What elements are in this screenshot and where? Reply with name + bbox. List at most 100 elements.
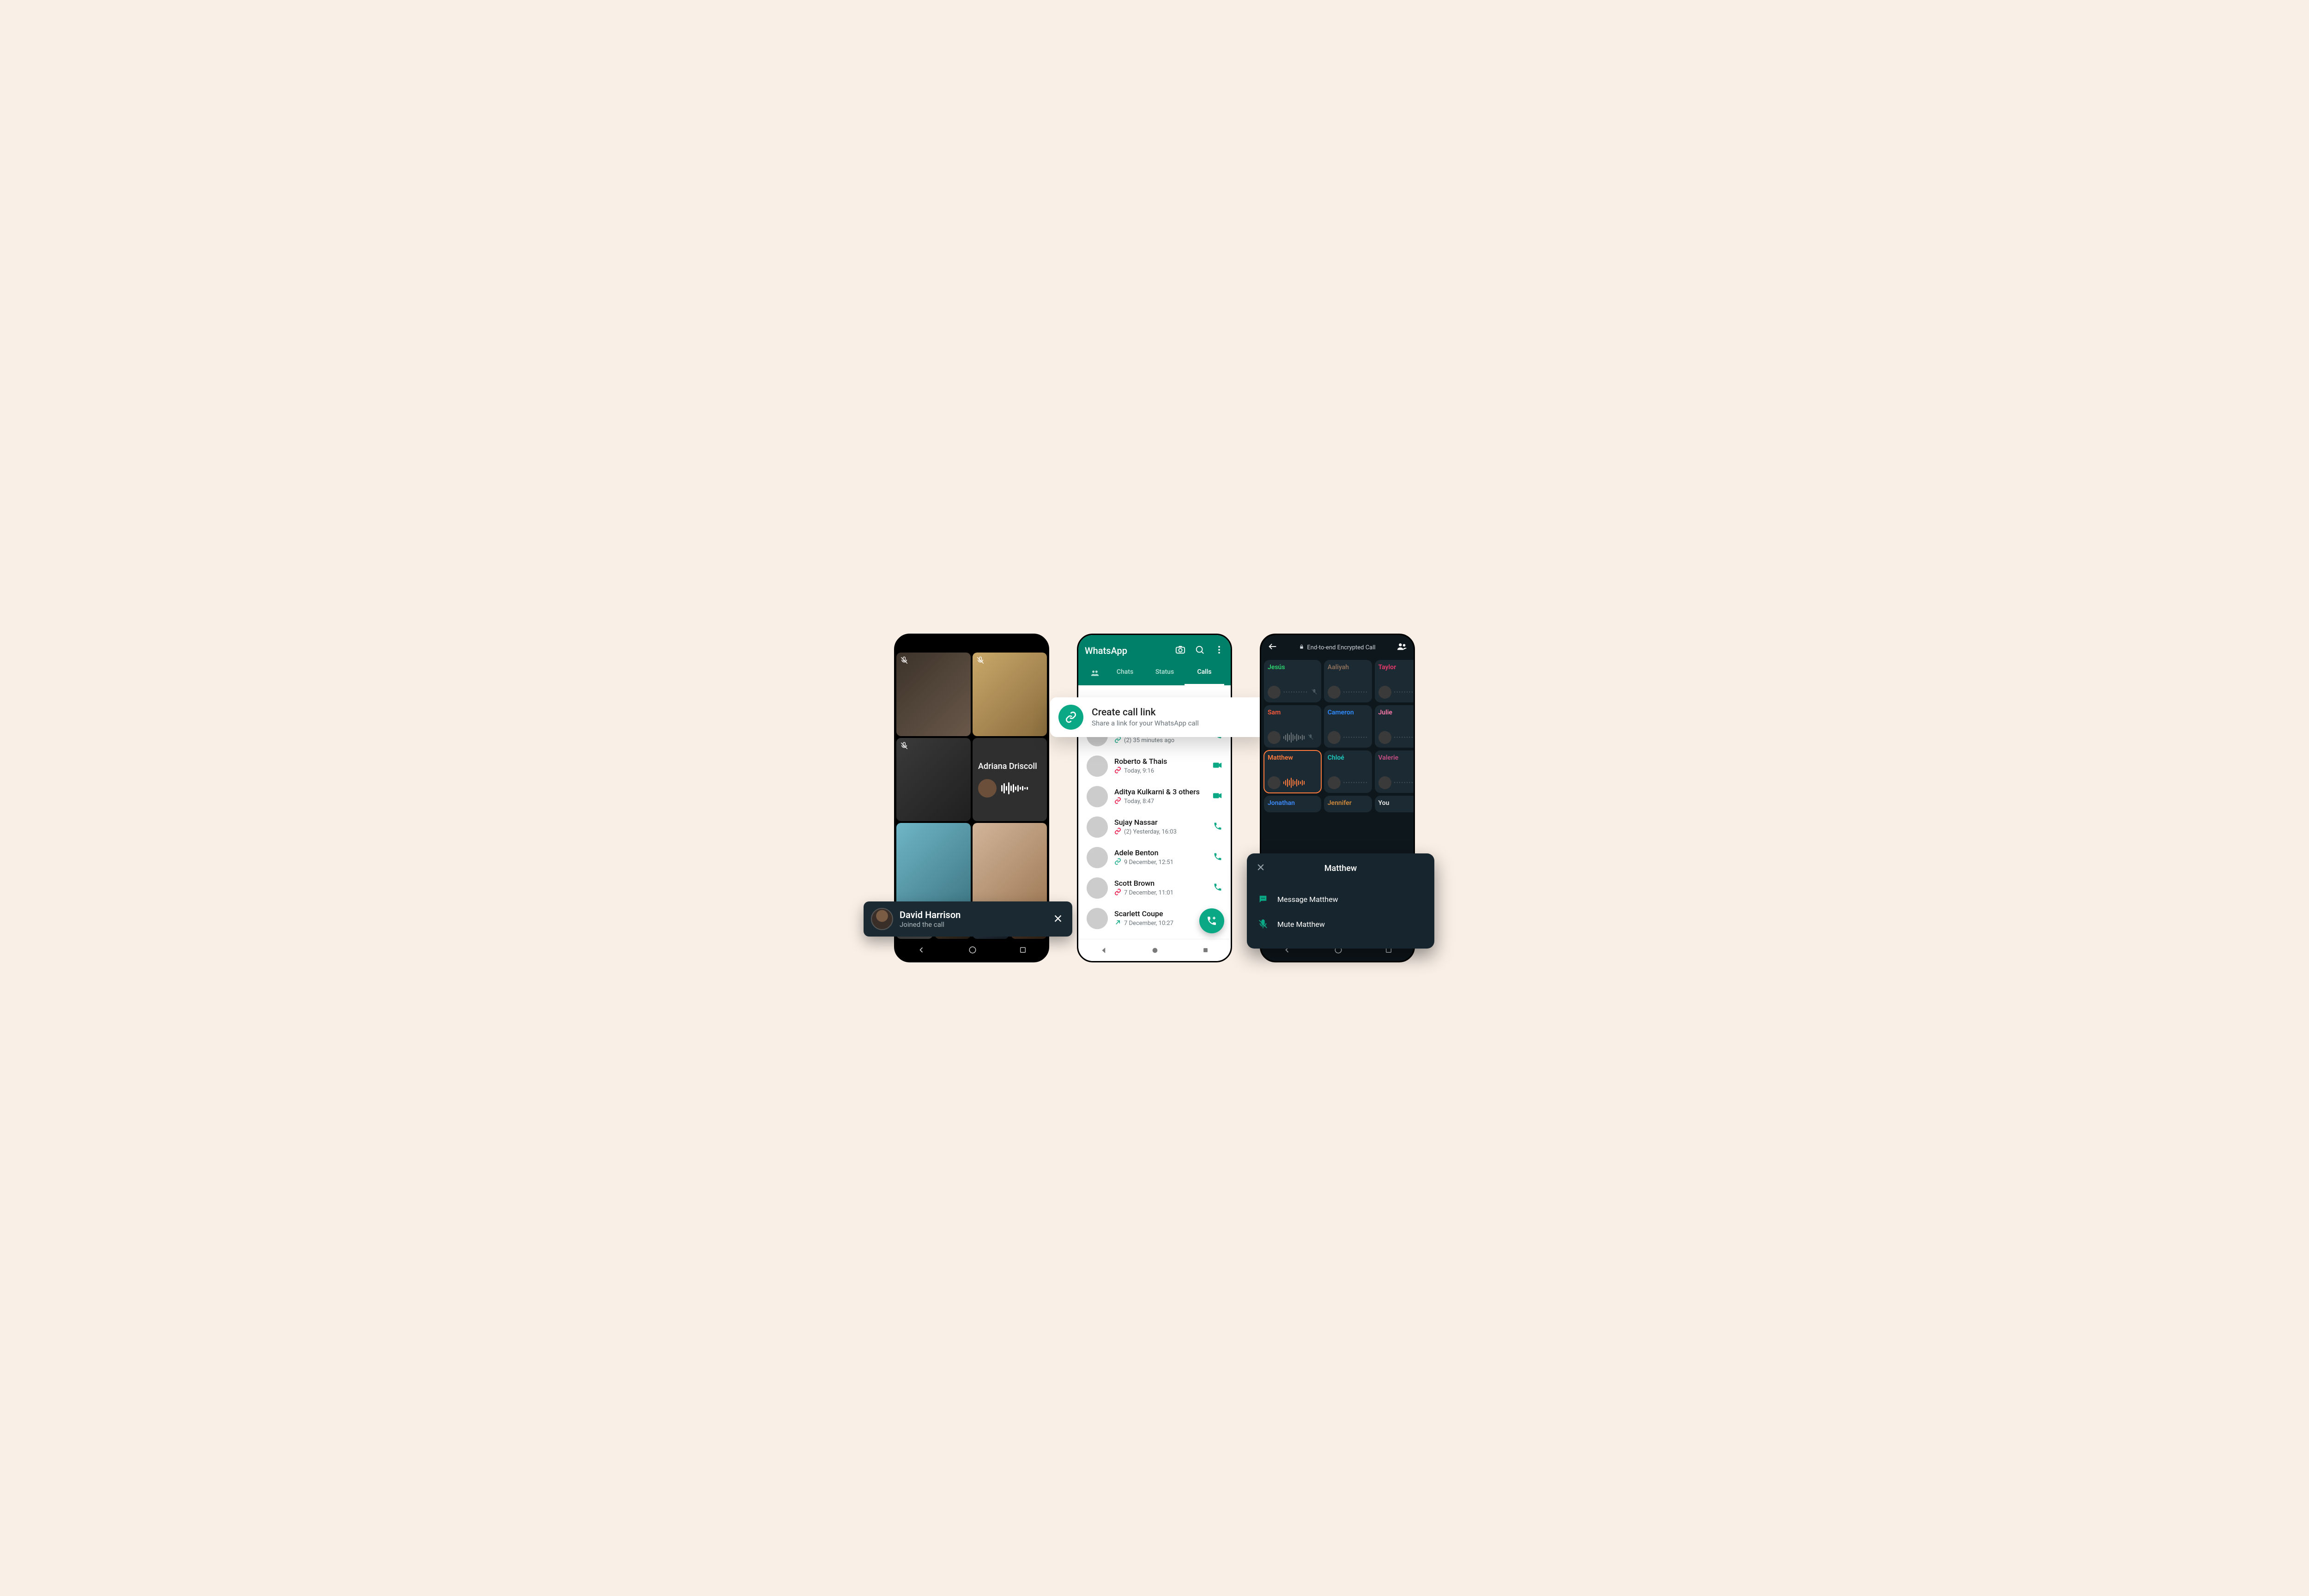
create-link-title: Create call link: [1092, 707, 1199, 718]
participant-name: Valerie: [1378, 754, 1414, 762]
call-row[interactable]: Scott Brown 7 December, 11:01: [1078, 873, 1231, 903]
close-button[interactable]: [1256, 862, 1265, 875]
toast-name: David Harrison: [900, 909, 1045, 920]
mute-participant-item[interactable]: Mute Matthew: [1256, 912, 1425, 937]
call-participant-tile[interactable]: Valerie ••••••••••: [1375, 750, 1414, 793]
call-sub: (2) 35 minutes ago: [1114, 736, 1207, 745]
back-icon[interactable]: [917, 945, 926, 955]
talking-dots-icon: ••••••••••: [1283, 690, 1308, 695]
call-participant-tile[interactable]: Jesús••••••••••: [1264, 660, 1321, 702]
tab-chats[interactable]: Chats: [1105, 664, 1145, 685]
participant-name: Julie: [1378, 709, 1414, 716]
call-sub: (2) Yesterday, 16:03: [1114, 828, 1207, 836]
camera-icon[interactable]: [1175, 645, 1185, 657]
call-participant-tile[interactable]: Matthew: [1264, 750, 1321, 793]
avatar: [1378, 731, 1391, 744]
home-icon[interactable]: [1151, 947, 1159, 954]
mic-muted-icon: [900, 742, 908, 752]
call-row[interactable]: Aditya Kulkarni & 3 others Today, 8:47: [1078, 781, 1231, 812]
avatar: [1378, 776, 1391, 789]
call-participant-tile[interactable]: Cameron ••••••••••: [1324, 705, 1372, 748]
avatar: [1328, 776, 1341, 789]
participants-icon[interactable]: [1397, 641, 1407, 653]
participant-name: Aaliyah: [1328, 664, 1368, 671]
participant-tile[interactable]: [896, 738, 971, 822]
tab-calls[interactable]: Calls: [1185, 664, 1224, 685]
avatar: [1087, 877, 1108, 899]
call-header: End-to-end Encrypted Call: [1261, 635, 1414, 657]
call-row[interactable]: Adele Benton 9 December, 12:51: [1078, 842, 1231, 873]
participant-name: Cameron: [1328, 709, 1368, 716]
call-participant-tile[interactable]: Taylor••••••••••: [1375, 660, 1414, 702]
avatar: [978, 779, 997, 798]
call-participant-tile[interactable]: Jonathan: [1264, 796, 1321, 812]
call-participant-tile[interactable]: Jennifer: [1324, 796, 1372, 812]
talking-dots-icon: ••••••••••: [1343, 735, 1368, 740]
call-name: Scott Brown: [1114, 879, 1207, 888]
call-link-icon: [1114, 797, 1121, 806]
participant-tile[interactable]: [896, 823, 971, 907]
mic-muted-icon: [1258, 919, 1269, 929]
participant-tile[interactable]: [973, 823, 1047, 907]
phone-whatsapp-calls: WhatsApp Chats Status Calls: [1077, 634, 1232, 962]
avatar: [1378, 686, 1391, 699]
recents-icon[interactable]: [1019, 946, 1027, 954]
participant-tile-audio[interactable]: Adriana Driscoll: [973, 738, 1047, 822]
talking-dots-icon: ••••••••••: [1394, 780, 1414, 786]
tab-status[interactable]: Status: [1145, 664, 1185, 685]
call-sub: 7 December, 10:27: [1114, 919, 1207, 928]
call-row[interactable]: Sujay Nassar (2) Yesterday, 16:03: [1078, 812, 1231, 842]
call-sub: 7 December, 11:01: [1114, 889, 1207, 897]
call-name: Scarlett Coupe: [1114, 909, 1207, 918]
new-call-fab[interactable]: [1199, 908, 1224, 933]
voice-call-button[interactable]: [1213, 883, 1222, 894]
call-link-icon: [1114, 828, 1121, 836]
participant-tile[interactable]: [896, 653, 971, 736]
app-title: WhatsApp: [1085, 645, 1127, 656]
video-grid: Adriana Driscoll: [895, 635, 1048, 907]
voice-call-button[interactable]: [1213, 852, 1222, 863]
participant-tile[interactable]: [973, 653, 1047, 736]
participant-name: Taylor: [1378, 664, 1414, 671]
lock-icon: [1299, 644, 1304, 651]
message-icon: [1258, 894, 1269, 904]
toast-subtitle: Joined the call: [900, 920, 1045, 929]
back-icon[interactable]: [1100, 946, 1108, 955]
call-sub: Today, 9:16: [1114, 767, 1206, 775]
avatar: [1087, 786, 1108, 807]
voice-call-button[interactable]: [1213, 822, 1222, 833]
video-call-button[interactable]: [1212, 760, 1222, 772]
call-participant-tile[interactable]: Chloé••••••••••: [1324, 750, 1372, 793]
avatar: [1268, 731, 1281, 744]
home-icon[interactable]: [968, 946, 977, 954]
sheet-title: Matthew: [1265, 864, 1416, 873]
call-link-icon: [1114, 858, 1121, 867]
call-header-title: End-to-end Encrypted Call: [1307, 644, 1375, 651]
recents-icon[interactable]: [1202, 947, 1209, 954]
join-toast: David Harrison Joined the call: [864, 901, 1072, 937]
call-link-icon: [1114, 767, 1121, 775]
call-link-icon: [1114, 889, 1121, 897]
android-navbar: [895, 939, 1048, 961]
call-participant-tile[interactable]: Aaliyah••••••••••: [1324, 660, 1372, 702]
create-call-link-card[interactable]: Create call link Share a link for your W…: [1050, 697, 1267, 737]
call-participant-tile[interactable]: Sam: [1264, 705, 1321, 748]
message-participant-item[interactable]: Message Matthew: [1256, 887, 1425, 912]
participant-name: Chloé: [1328, 754, 1368, 762]
call-grid: Jesús••••••••••Aaliyah••••••••••Taylor••…: [1261, 657, 1414, 815]
talking-dots-icon: ••••••••••: [1394, 735, 1414, 740]
call-name: Adele Benton: [1114, 848, 1207, 857]
tab-community[interactable]: [1085, 664, 1105, 685]
call-link-icon: [1114, 736, 1121, 745]
call-row[interactable]: Roberto & Thais Today, 9:16: [1078, 751, 1231, 781]
search-icon[interactable]: [1195, 645, 1205, 657]
avatar: [1087, 847, 1108, 868]
call-participant-tile[interactable]: You: [1375, 796, 1414, 812]
participant-name: Matthew: [1268, 754, 1318, 762]
more-icon[interactable]: [1214, 645, 1224, 657]
call-participant-tile[interactable]: Julie ••••••••••: [1375, 705, 1414, 748]
close-button[interactable]: [1051, 910, 1065, 929]
back-icon[interactable]: [1268, 641, 1278, 653]
sheet-item-label: Message Matthew: [1277, 895, 1338, 904]
video-call-button[interactable]: [1212, 791, 1222, 803]
